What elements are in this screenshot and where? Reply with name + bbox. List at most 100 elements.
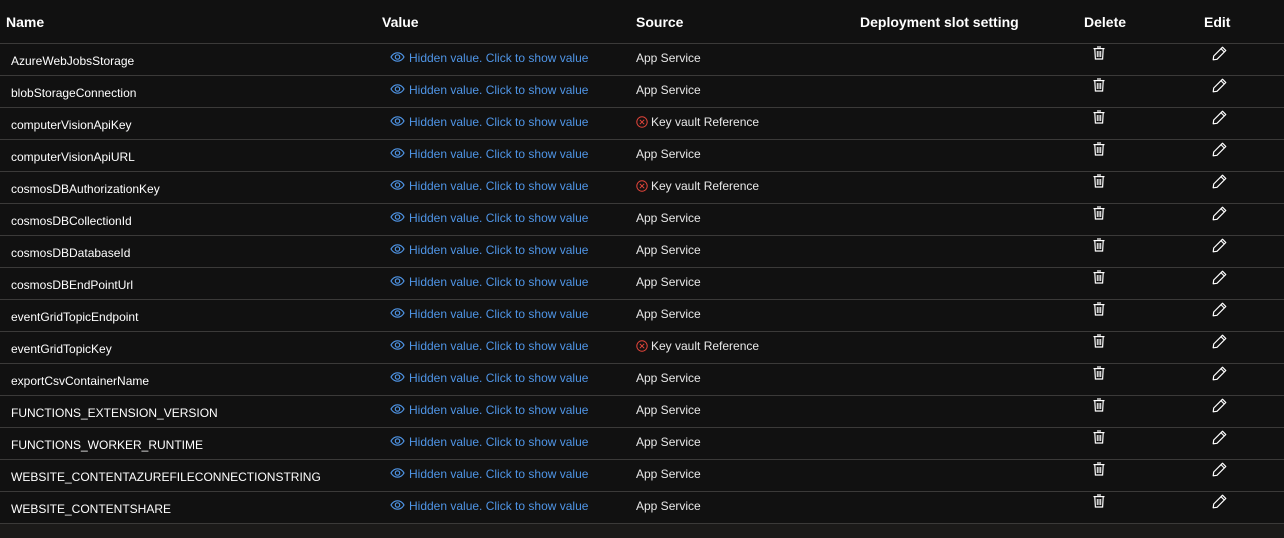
delete-button[interactable] [1092,136,1106,167]
hidden-value-link[interactable]: Hidden value. Click to show value [390,266,588,297]
hidden-value-text: Hidden value. Click to show value [409,466,589,481]
setting-name: FUNCTIONS_WORKER_RUNTIME [11,437,204,452]
eye-icon [390,147,405,158]
pencil-icon [1212,110,1227,130]
hidden-value-link[interactable]: Hidden value. Click to show value [390,330,588,361]
edit-button[interactable] [1212,360,1226,391]
delete-button[interactable] [1092,104,1106,135]
delete-button[interactable] [1092,328,1106,359]
hidden-value-link[interactable]: Hidden value. Click to show value [390,106,588,137]
hidden-value-text: Hidden value. Click to show value [409,82,589,97]
delete-button[interactable] [1092,72,1106,103]
pencil-icon [1212,238,1227,258]
setting-name: cosmosDBDatabaseId [11,245,131,260]
delete-button[interactable] [1092,168,1106,199]
eye-icon [390,435,405,446]
setting-source: App Service [636,394,701,425]
delete-button[interactable] [1092,296,1106,327]
eye-icon [390,307,405,318]
delete-button[interactable] [1092,488,1106,519]
delete-button[interactable] [1092,392,1106,423]
hidden-value-link[interactable]: Hidden value. Click to show value [390,138,588,169]
hidden-value-text: Hidden value. Click to show value [409,274,589,289]
trash-icon [1093,110,1105,129]
eye-icon [390,403,405,414]
eye-icon [390,275,405,286]
delete-button[interactable] [1092,264,1106,295]
hidden-value-link[interactable]: Hidden value. Click to show value [390,202,588,233]
edit-button[interactable] [1212,296,1226,327]
setting-source: App Service [636,74,701,105]
edit-button[interactable] [1212,72,1226,103]
edit-button[interactable] [1212,456,1226,487]
eye-icon [390,339,405,350]
delete-button[interactable] [1092,360,1106,391]
source-text: App Service [636,434,701,449]
eye-icon [390,467,405,478]
edit-button[interactable] [1212,40,1226,71]
setting-source: App Service [636,202,701,233]
column-header-slot-setting[interactable]: Deployment slot setting [860,14,1019,30]
edit-button[interactable] [1212,392,1226,423]
setting-name: cosmosDBCollectionId [11,213,132,228]
trash-icon [1093,78,1105,97]
column-header-value[interactable]: Value [382,14,419,30]
source-text: Key vault Reference [651,178,760,193]
hidden-value-link[interactable]: Hidden value. Click to show value [390,298,588,329]
delete-button[interactable] [1092,40,1106,71]
delete-button[interactable] [1092,456,1106,487]
setting-name: eventGridTopicKey [11,341,112,356]
setting-source: App Service [636,426,701,457]
eye-icon [390,51,405,62]
pencil-icon [1212,78,1227,98]
eye-icon [390,83,405,94]
edit-button[interactable] [1212,328,1226,359]
hidden-value-text: Hidden value. Click to show value [409,146,589,161]
edit-button[interactable] [1212,136,1226,167]
trash-icon [1093,46,1105,65]
pencil-icon [1212,270,1227,290]
source-text: Key vault Reference [651,338,760,353]
hidden-value-link[interactable]: Hidden value. Click to show value [390,74,588,105]
trash-icon [1093,398,1105,417]
pencil-icon [1212,366,1227,386]
delete-button[interactable] [1092,232,1106,263]
table-row: WEBSITE_CONTENTSHARE Hidden value. Click… [0,492,1284,524]
hidden-value-link[interactable]: Hidden value. Click to show value [390,170,588,201]
hidden-value-link[interactable]: Hidden value. Click to show value [390,458,588,489]
source-text: App Service [636,498,701,513]
setting-source: App Service [636,458,701,489]
pencil-icon [1212,302,1227,322]
delete-button[interactable] [1092,200,1106,231]
hidden-value-link[interactable]: Hidden value. Click to show value [390,490,588,521]
setting-name: AzureWebJobsStorage [11,53,135,68]
column-header-name[interactable]: Name [6,14,44,30]
delete-button[interactable] [1092,424,1106,455]
trash-icon [1093,174,1105,193]
edit-button[interactable] [1212,424,1226,455]
setting-source: App Service [636,266,701,297]
edit-button[interactable] [1212,264,1226,295]
edit-button[interactable] [1212,104,1226,135]
column-header-source[interactable]: Source [636,14,683,30]
hidden-value-text: Hidden value. Click to show value [409,370,589,385]
setting-name: blobStorageConnection [11,85,137,100]
edit-button[interactable] [1212,232,1226,263]
hidden-value-link[interactable]: Hidden value. Click to show value [390,362,588,393]
setting-name: cosmosDBEndPointUrl [11,277,134,292]
hidden-value-link[interactable]: Hidden value. Click to show value [390,426,588,457]
edit-button[interactable] [1212,488,1226,519]
pencil-icon [1212,174,1227,194]
edit-button[interactable] [1212,168,1226,199]
trash-icon [1093,142,1105,161]
source-text: App Service [636,82,701,97]
hidden-value-text: Hidden value. Click to show value [409,402,589,417]
hidden-value-link[interactable]: Hidden value. Click to show value [390,394,588,425]
source-text: App Service [636,306,701,321]
setting-name: cosmosDBAuthorizationKey [11,181,160,196]
hidden-value-link[interactable]: Hidden value. Click to show value [390,234,588,265]
hidden-value-text: Hidden value. Click to show value [409,210,589,225]
edit-button[interactable] [1212,200,1226,231]
trash-icon [1093,334,1105,353]
hidden-value-link[interactable]: Hidden value. Click to show value [390,42,588,73]
